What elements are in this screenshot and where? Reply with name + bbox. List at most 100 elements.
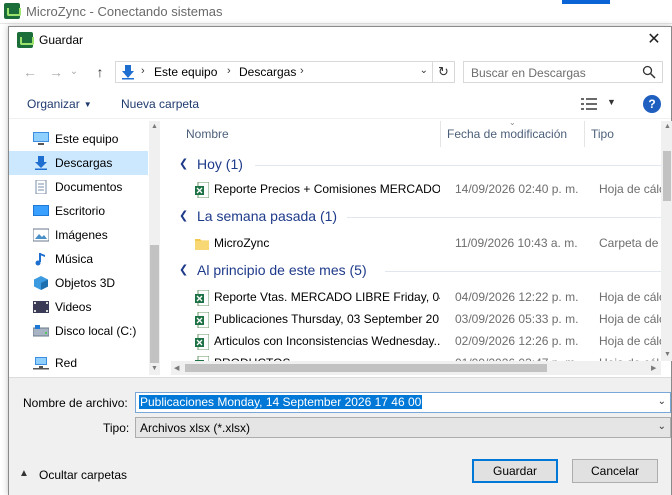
file-row[interactable]: Articulos con Inconsistencias Wednesday.… — [171, 329, 661, 353]
navpane-label: Objetos 3D — [55, 276, 116, 290]
objects3d-icon — [34, 276, 48, 290]
file-list-horizontal-thumb[interactable] — [185, 364, 547, 372]
navpane-item-imagenes[interactable]: Imágenes — [9, 223, 148, 247]
view-details-icon[interactable] — [581, 98, 597, 110]
scroll-down-arrow-icon[interactable]: ▼ — [664, 351, 671, 358]
column-divider[interactable] — [584, 121, 585, 147]
breadcrumb-separator: › — [300, 65, 304, 77]
save-button[interactable]: Guardar — [472, 459, 558, 483]
breadcrumb-este-equipo[interactable]: Este equipo — [154, 65, 217, 79]
group-header-hoy[interactable]: ❮ Hoy (1) — [171, 153, 661, 177]
documents-icon — [35, 180, 47, 194]
view-options-caret-icon[interactable]: ▼ — [607, 97, 616, 107]
file-type: Hoja de cálculo — [599, 290, 661, 304]
column-divider[interactable] — [440, 121, 441, 147]
refresh-icon[interactable]: ↻ — [433, 61, 455, 83]
file-type: Hoja de cálculo — [599, 334, 661, 348]
search-input[interactable]: Buscar en Descargas — [463, 61, 663, 83]
group-divider — [385, 271, 661, 272]
file-list-vertical-thumb[interactable] — [663, 151, 671, 201]
navigation-pane: Este equipo Descargas Documentos Escrito… — [9, 121, 161, 375]
address-dropdown-chevron-icon[interactable]: ⌄ — [420, 65, 428, 76]
recent-locations-chevron-icon[interactable]: ⌄ — [67, 61, 81, 83]
navpane-item-descargas[interactable]: Descargas — [9, 151, 148, 175]
navpane-label: Imágenes — [55, 228, 108, 242]
navpane-label: Música — [55, 252, 94, 266]
scroll-left-arrow-icon[interactable]: ◀ — [174, 364, 179, 372]
group-header-semana-pasada[interactable]: ❮ La semana pasada (1) — [171, 205, 661, 229]
filename-value: Publicaciones Monday, 14 September 2026 … — [139, 395, 423, 409]
dialog-titlebar: Guardar ✕ — [9, 27, 671, 53]
breadcrumb-separator: › — [141, 65, 145, 77]
file-name: Articulos con Inconsistencias Wednesday.… — [214, 334, 440, 348]
navpane-item-este-equipo[interactable]: Este equipo — [9, 127, 148, 151]
navpane-scrollbar[interactable]: ▲ ▼ — [149, 121, 160, 375]
scroll-down-arrow-icon[interactable]: ▼ — [150, 365, 159, 372]
cancel-button[interactable]: Cancelar — [572, 459, 658, 483]
column-header-name[interactable]: Nombre — [186, 127, 229, 141]
file-row[interactable]: Reporte Vtas. MERCADO LIBRE Friday, 04 .… — [171, 285, 661, 309]
file-list-vertical-scrollbar[interactable]: ▲ ▼ — [661, 121, 672, 361]
close-icon[interactable]: ✕ — [639, 27, 669, 53]
videos-icon — [33, 301, 49, 313]
file-row[interactable]: MicroZync 11/09/2026 10:43 a. m. Carpeta… — [171, 231, 661, 255]
music-icon — [35, 253, 45, 266]
scroll-right-arrow-icon[interactable]: ▶ — [651, 364, 656, 372]
chevron-down-icon: ❮ — [179, 210, 189, 222]
forward-arrow-icon[interactable]: → — [45, 61, 67, 83]
navpane-item-red[interactable]: Red — [9, 351, 148, 375]
address-bar[interactable]: › Este equipo › Descargas › ⌄ — [115, 61, 433, 83]
chevron-down-icon[interactable]: ⌄ — [658, 396, 666, 407]
file-type: Hoja de cálculo — [599, 182, 661, 196]
group-label: Al principio de este mes (5) — [197, 262, 367, 278]
network-icon — [33, 357, 49, 370]
file-name: Publicaciones Thursday, 03 September 20.… — [214, 312, 440, 326]
new-folder-button[interactable]: Nueva carpeta — [121, 97, 199, 111]
scroll-up-arrow-icon[interactable]: ▲ — [664, 123, 671, 130]
filetype-value: Archivos xlsx (*.xlsx) — [140, 421, 251, 435]
chevron-down-icon[interactable]: ⌄ — [658, 421, 666, 432]
scroll-up-arrow-icon[interactable]: ▲ — [150, 123, 159, 130]
app-accent-bar — [562, 0, 610, 4]
file-name: Reporte Vtas. MERCADO LIBRE Friday, 04 .… — [214, 290, 440, 304]
navpane-item-escritorio[interactable]: Escritorio — [9, 199, 148, 223]
column-header-date[interactable]: Fecha de modificación — [447, 127, 567, 141]
excel-file-icon — [195, 182, 209, 198]
downloads-icon — [35, 156, 47, 170]
navpane-scroll-thumb[interactable] — [150, 245, 159, 363]
navpane-label: Red — [55, 356, 78, 370]
file-row[interactable]: Publicaciones Thursday, 03 September 20.… — [171, 307, 661, 331]
help-icon[interactable]: ? — [643, 95, 661, 113]
chevron-up-icon: ▲ — [19, 468, 29, 479]
file-date: 03/09/2026 05:33 p. m. — [455, 312, 579, 326]
organize-button[interactable]: Organizar ▼ — [27, 97, 92, 111]
navpane-item-objetos-3d[interactable]: Objetos 3D — [9, 271, 148, 295]
navpane-label: Disco local (C:) — [55, 324, 137, 338]
file-list-horizontal-scrollbar[interactable]: ◀ ▶ — [171, 361, 661, 375]
column-header-type[interactable]: Tipo — [591, 127, 614, 141]
file-row[interactable]: Reporte Precios + Comisiones MERCADO... … — [171, 177, 661, 201]
navpane-item-disco-local[interactable]: Disco local (C:) — [9, 319, 148, 343]
group-divider — [255, 165, 661, 166]
up-arrow-icon[interactable]: ↑ — [89, 61, 111, 83]
navpane-label: Escritorio — [55, 204, 106, 218]
navpane-label: Documentos — [55, 180, 123, 194]
hide-folders-toggle[interactable]: ▲ Ocultar carpetas — [19, 466, 139, 484]
file-date: 11/09/2026 10:43 a. m. — [455, 236, 578, 250]
navpane-item-videos[interactable]: Videos — [9, 295, 148, 319]
file-type: Carpeta de archivos — [599, 236, 661, 250]
navpane-label: Este equipo — [55, 132, 119, 146]
navpane-item-documentos[interactable]: Documentos — [9, 175, 148, 199]
filetype-select[interactable]: Archivos xlsx (*.xlsx) ⌄ — [135, 417, 671, 438]
computer-icon — [33, 132, 49, 145]
navigation-bar: ← → ⌄ ↑ › Este equipo › Descargas › ⌄ ↻ … — [9, 57, 671, 87]
column-header-row: Nombre Fecha de modificación ⌄ Tipo — [171, 121, 661, 147]
navpane-item-musica[interactable]: Música — [9, 247, 148, 271]
breadcrumb-descargas[interactable]: Descargas — [239, 65, 296, 79]
app-title: MicroZync - Conectando sistemas — [26, 4, 223, 19]
hide-folders-label: Ocultar carpetas — [39, 468, 128, 482]
dialog-title: Guardar — [39, 33, 84, 47]
filename-input[interactable]: Publicaciones Monday, 14 September 2026 … — [135, 392, 671, 413]
group-header-principio-mes[interactable]: ❮ Al principio de este mes (5) — [171, 259, 661, 283]
back-arrow-icon[interactable]: ← — [19, 61, 41, 83]
